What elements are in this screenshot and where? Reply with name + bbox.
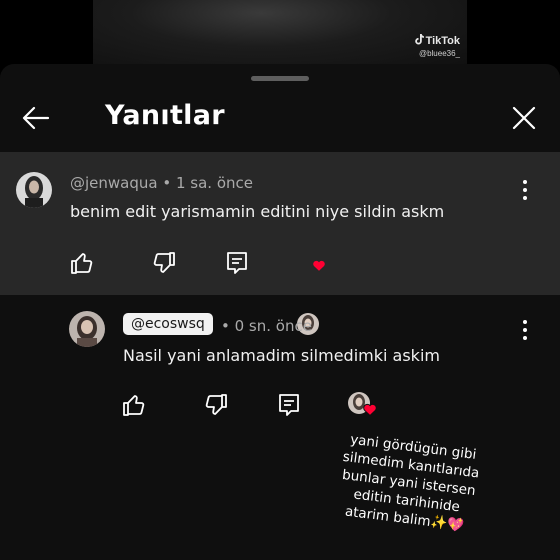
tiktok-logo-icon: [414, 34, 424, 45]
more-vert-icon[interactable]: [515, 318, 535, 342]
heart-icon: [363, 403, 377, 416]
overlay-caption: yani gördügün gibi silmedim kanıtlarıda …: [319, 428, 499, 538]
tiktok-watermark: TikTok @bluee36_: [414, 34, 460, 58]
video-frame[interactable]: [93, 0, 467, 66]
replies-sheet: Yanıtlar @jenwaqua • 1 sa. önce benim ed…: [0, 64, 560, 560]
tiktok-username: @bluee36_: [418, 49, 460, 58]
video-strip: TikTok @bluee36_: [0, 0, 560, 66]
tiktok-brand: TikTok: [425, 35, 460, 47]
comment-meta: • 0 sn. önce: [221, 317, 312, 335]
dislike-icon[interactable]: [203, 392, 229, 418]
reply-icon[interactable]: [276, 392, 302, 418]
meta-separator: •: [221, 317, 235, 335]
like-icon[interactable]: [121, 392, 147, 418]
avatar[interactable]: [69, 311, 105, 347]
comment-time: 0 sn. önce: [234, 317, 312, 335]
comment-text: Nasil yani anlamadim silmedimki askim: [123, 346, 440, 365]
comment-username[interactable]: @ecoswsq: [123, 313, 213, 335]
reply-comment: @ecoswsq • 0 sn. önce Nasil yani anlamad…: [0, 64, 560, 560]
